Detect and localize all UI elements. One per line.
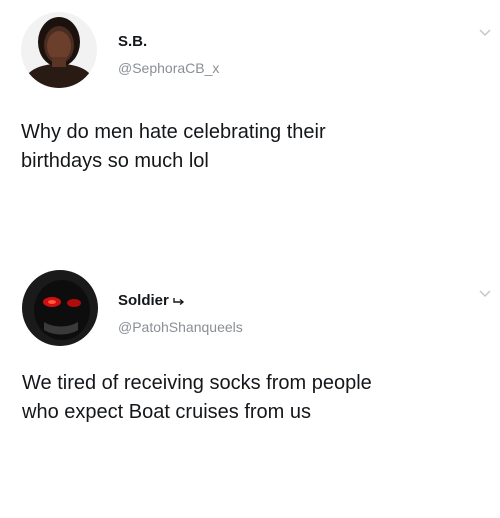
- display-name-text[interactable]: S.B.: [118, 33, 147, 50]
- tweet-card[interactable]: S.B. @SephoraCB_x Why do men hate celebr…: [0, 0, 500, 230]
- chevron-down-icon[interactable]: [478, 27, 492, 37]
- chevron-down-icon[interactable]: [478, 288, 492, 298]
- user-handle[interactable]: @SephoraCB_x: [118, 60, 219, 76]
- user-handle[interactable]: @PatohShanqueels: [118, 319, 243, 335]
- profile-photo-icon: [21, 12, 97, 88]
- avatar[interactable]: [21, 12, 97, 88]
- display-name-text[interactable]: Soldier: [118, 292, 169, 309]
- avatar[interactable]: [22, 270, 98, 346]
- display-name[interactable]: Soldier: [118, 292, 185, 309]
- tweet-text: We tired of receiving socks from people …: [22, 372, 372, 423]
- reply-arrow-icon: [173, 297, 184, 305]
- tweet-card[interactable]: Soldier @PatohShanqueels We tired of rec…: [0, 258, 500, 518]
- display-name[interactable]: S.B.: [118, 33, 147, 50]
- tweet-text: Why do men hate celebrating their birthd…: [21, 121, 326, 172]
- profile-photo-icon: [22, 270, 98, 346]
